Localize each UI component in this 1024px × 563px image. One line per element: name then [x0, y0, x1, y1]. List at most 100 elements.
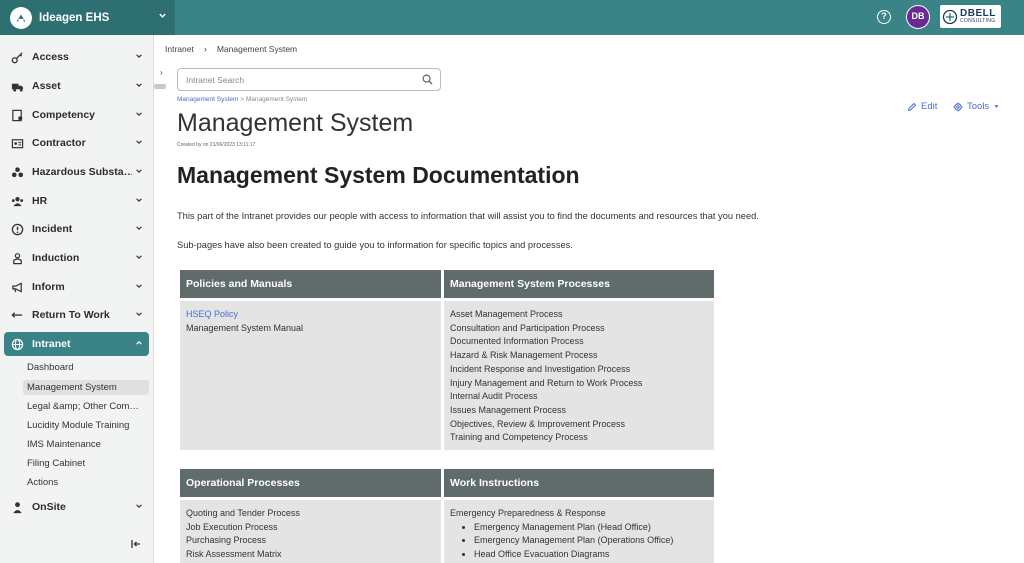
list-item[interactable]: Injury Management and Return to Work Pro…	[450, 377, 708, 391]
chevron-down-icon	[136, 312, 142, 316]
breadcrumb-current: Management System	[245, 96, 308, 103]
tools-button[interactable]: Tools	[953, 101, 1000, 112]
policies-cell: HSEQ Policy Management System Manual	[180, 301, 441, 450]
sidebar-item-hr[interactable]: HR	[4, 189, 149, 213]
list-item[interactable]: Consultation and Participation Process	[450, 322, 708, 336]
chevron-down-icon	[136, 504, 142, 508]
sidebar-item-label: Induction	[32, 252, 80, 264]
sidebar-item-hazardous-substances[interactable]: Hazardous Substa…	[4, 160, 149, 184]
documents-table-row-2: Operational Processes Work Instructions …	[180, 469, 714, 563]
search-input[interactable]	[186, 69, 416, 90]
biohazard-icon	[10, 165, 24, 179]
list-item[interactable]: Internal Audit Process	[450, 390, 708, 404]
list-item[interactable]: Incident Response and Investigation Proc…	[450, 363, 708, 377]
breadcrumb-item-current: Management System	[216, 44, 298, 54]
sidebar-subitem-dashboard[interactable]: Dashboard	[23, 360, 149, 375]
edit-button[interactable]: Edit	[907, 101, 937, 112]
sidebar-item-label: OnSite	[32, 501, 66, 513]
sidebar-item-intranet[interactable]: Intranet	[4, 332, 149, 356]
sidebar-item-label: Intranet	[32, 338, 71, 350]
chevron-up-icon	[136, 341, 142, 345]
pencil-icon	[907, 102, 917, 111]
chevron-down-icon[interactable]	[158, 11, 167, 23]
sidebar-subitem-lucidity-training[interactable]: Lucidity Module Training	[23, 418, 149, 433]
list-item[interactable]: Quoting and Tender Process	[186, 507, 435, 521]
sidebar-item-access[interactable]: Access	[4, 45, 149, 69]
table-header: Management System Processes	[444, 270, 714, 298]
sidebar-item-onsite[interactable]: OnSite	[4, 495, 149, 519]
chevron-down-icon	[136, 198, 142, 202]
breadcrumb: Intranet › Management System	[165, 44, 297, 54]
list-item[interactable]: Training and Competency Process	[450, 431, 708, 445]
edit-label: Edit	[921, 101, 938, 112]
chevron-right-icon: ›	[203, 44, 207, 54]
sidebar-resize-handle[interactable]	[154, 84, 166, 89]
caret-down-icon	[994, 105, 999, 108]
sidebar-item-contractor[interactable]: Contractor	[4, 131, 149, 155]
list-item[interactable]: Emergency Preparedness & Response	[450, 507, 708, 521]
list-item[interactable]: Documented Information Process	[450, 335, 708, 349]
help-icon[interactable]: ?	[877, 10, 891, 24]
list-item[interactable]: Job Execution Process	[186, 521, 435, 535]
app-name: Ideagen EHS	[39, 11, 110, 24]
intranet-search[interactable]	[177, 68, 441, 91]
app-switcher[interactable]: Ideagen EHS	[0, 0, 175, 35]
list-item[interactable]: Management System Manual	[186, 322, 435, 336]
chevron-down-icon	[136, 54, 142, 58]
sidebar-item-incident[interactable]: Incident	[4, 217, 149, 241]
work-instructions-cell: Emergency Preparedness & Response Emerge…	[444, 500, 714, 563]
sidebar-item-induction[interactable]: Induction	[4, 246, 149, 270]
sidebar-item-label: Incident	[32, 223, 73, 235]
collapse-sidebar-icon[interactable]	[131, 539, 141, 549]
breadcrumb-item-intranet[interactable]: Intranet	[165, 44, 194, 54]
sidebar-item-asset[interactable]: Asset	[4, 74, 149, 98]
list-item[interactable]: Objectives, Review & Improvement Process	[450, 418, 708, 432]
dbell-logo-icon	[942, 9, 958, 24]
tools-label: Tools	[967, 101, 990, 112]
sidebar-subitem-filing-cabinet[interactable]: Filing Cabinet	[23, 456, 149, 471]
sidebar-item-return-to-work[interactable]: Return To Work	[4, 303, 149, 327]
top-header: Ideagen EHS ? DB DBELL CONSULTING	[0, 0, 1024, 35]
bullet-list: Emergency Management Plan (Head Office) …	[450, 521, 708, 562]
truck-icon	[10, 79, 24, 93]
created-info: Created by on 21/06/2023 13:11:17	[177, 142, 256, 148]
globe-icon	[10, 337, 24, 351]
breadcrumb-link-parent[interactable]: Management System	[177, 96, 238, 103]
org-logo-line2: CONSULTING	[960, 18, 996, 24]
sidebar-item-label: HR	[32, 195, 48, 207]
hseq-policy-link[interactable]: HSEQ Policy	[186, 308, 435, 322]
documents-table-row-1: Policies and Manuals Management System P…	[180, 270, 714, 450]
chevron-right-icon[interactable]: ›	[160, 68, 163, 77]
sidebar-item-inform[interactable]: Inform	[4, 275, 149, 299]
list-item[interactable]: Emergency Management Plan (Head Office)	[474, 521, 708, 535]
list-item[interactable]: Issues Management Process	[450, 404, 708, 418]
sidebar-subitem-ims-maintenance[interactable]: IMS Maintenance	[23, 437, 149, 452]
person-badge-icon	[10, 251, 24, 265]
sidebar-item-label: Contractor	[32, 137, 86, 149]
list-item[interactable]: Purchasing Process	[186, 534, 435, 548]
list-item[interactable]: Head Office Evacuation Diagrams	[474, 548, 708, 562]
sidebar-item-label: Inform	[32, 281, 65, 293]
list-item[interactable]: Risk Assessment Matrix	[186, 548, 435, 562]
sidebar-subitem-management-system[interactable]: Management System	[23, 380, 149, 395]
list-item[interactable]: Hazard & Risk Management Process	[450, 349, 708, 363]
certificate-icon	[10, 108, 24, 122]
sidebar: Access Asset Competency Contractor Hazar…	[0, 35, 154, 563]
sidebar-item-competency[interactable]: Competency	[4, 103, 149, 127]
chevron-down-icon	[136, 255, 142, 259]
key-icon	[10, 50, 24, 64]
sidebar-item-label: Competency	[32, 109, 96, 121]
table-header: Policies and Manuals	[180, 270, 441, 298]
sidebar-subitem-actions[interactable]: Actions	[23, 475, 149, 490]
people-icon	[10, 194, 24, 208]
search-icon[interactable]	[422, 74, 433, 85]
document-heading: Management System Documentation	[177, 162, 580, 188]
list-item[interactable]: Emergency Management Plan (Operations Of…	[474, 534, 708, 548]
list-item[interactable]: Asset Management Process	[450, 308, 708, 322]
sidebar-subitem-legal-other[interactable]: Legal &amp; Other Com…	[23, 399, 149, 414]
id-card-icon	[10, 136, 24, 150]
avatar[interactable]: DB	[906, 5, 930, 29]
table-header: Operational Processes	[180, 469, 441, 497]
sidebar-item-label: Asset	[32, 80, 61, 92]
sidebar-item-label: Return To Work	[32, 309, 110, 321]
